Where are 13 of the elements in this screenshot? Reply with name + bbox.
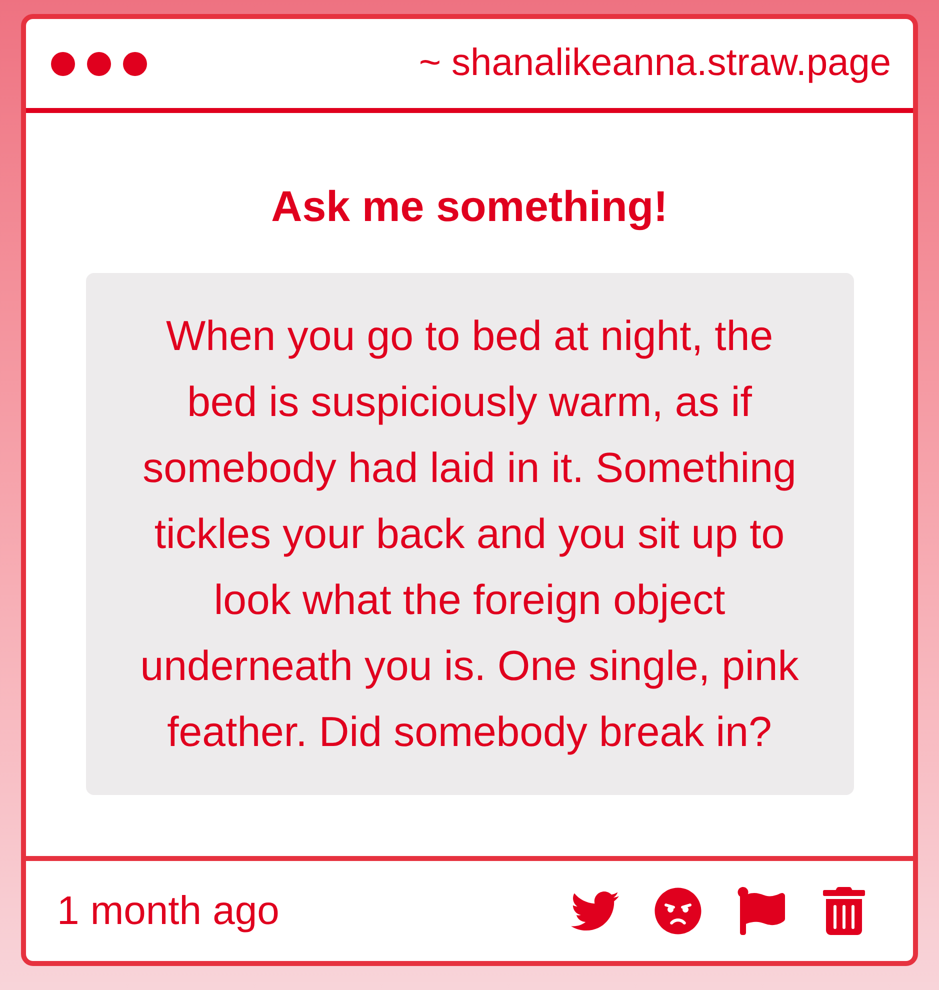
trash-button[interactable] bbox=[820, 887, 868, 935]
trash-icon bbox=[820, 887, 868, 935]
dot-icon bbox=[87, 52, 111, 76]
flag-icon bbox=[737, 887, 785, 935]
angry-face-icon bbox=[654, 887, 702, 935]
page-url: ~ shanalikeanna.straw.page bbox=[418, 44, 891, 84]
angry-face-button[interactable] bbox=[654, 887, 702, 935]
dot-icon bbox=[51, 52, 75, 76]
card-title: Ask me something! bbox=[271, 183, 668, 231]
post-time: 1 month ago bbox=[57, 891, 280, 931]
dot-icon bbox=[123, 52, 147, 76]
question-text: When you go to bed at night, the bed is suspiciously warm, as if somebody had laid in it. Something tickles your back and you sit up to look what the foreign object underneath you is. One single, pink feather. Did somebody break in? bbox=[139, 311, 800, 757]
flag-button[interactable] bbox=[737, 887, 785, 935]
